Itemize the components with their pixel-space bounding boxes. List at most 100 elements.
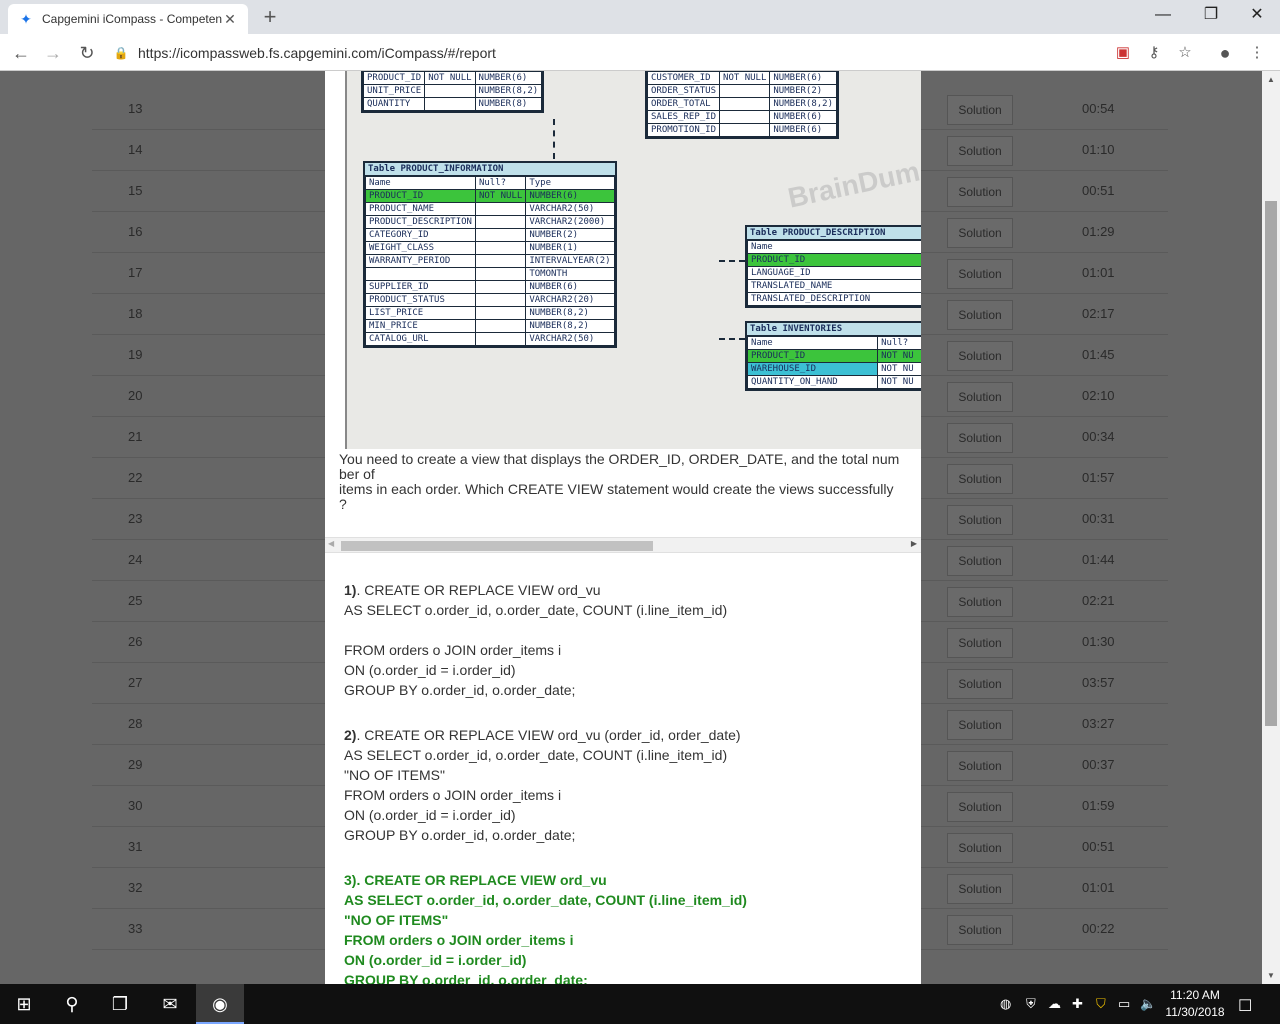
new-tab-button[interactable]: + <box>258 6 282 30</box>
horizontal-scrollbar[interactable]: ◀ ▶ <box>325 537 921 553</box>
solution-button[interactable]: Solution <box>947 218 1013 248</box>
forward-button[interactable]: → <box>40 40 66 66</box>
solution-button[interactable]: Solution <box>947 300 1013 330</box>
time-taken: 00:51 <box>1082 183 1115 198</box>
schema-row: Name <box>747 240 921 254</box>
defender-icon[interactable]: ✚ <box>1072 996 1083 1012</box>
scroll-left-arrow-icon[interactable]: ◀ <box>328 539 334 548</box>
windows-start-icon[interactable]: ⊞ <box>0 984 48 1024</box>
task-view-icon[interactable]: ❐ <box>96 984 144 1024</box>
solution-button[interactable]: Solution <box>947 464 1013 494</box>
restore-button[interactable]: ❐ <box>1188 0 1234 30</box>
schema-cell: VARCHAR2(50) <box>525 332 615 346</box>
reload-button[interactable]: ↻ <box>74 40 100 66</box>
vertical-scrollbar[interactable]: ▲ ▼ <box>1262 71 1280 984</box>
solution-button[interactable]: Solution <box>947 423 1013 453</box>
code-line: FROM orders o JOIN order_items i <box>344 787 562 803</box>
question-number: 29 <box>128 757 143 772</box>
address-bar[interactable]: 🔒 https://icompassweb.fs.capgemini.com/i… <box>112 39 1212 67</box>
solution-button[interactable]: Solution <box>947 546 1013 576</box>
schema-cell <box>474 306 527 320</box>
schema-row: SUPPLIER_ID NUMBER(6) <box>365 280 615 294</box>
solution-button[interactable]: Solution <box>947 792 1013 822</box>
code-line: FROM orders o JOIN order_items i <box>344 932 574 948</box>
scrollbar-thumb[interactable] <box>341 541 653 551</box>
notifications-icon[interactable]: ☐ <box>1238 996 1252 1016</box>
solution-button[interactable]: Solution <box>947 505 1013 535</box>
shield-icon[interactable]: ⛨ <box>1026 996 1036 1012</box>
solution-button[interactable]: Solution <box>947 587 1013 617</box>
menu-icon[interactable]: ⋮ <box>1246 42 1268 64</box>
schema-cell: NUMBER(6) <box>769 123 837 137</box>
minimize-button[interactable]: — <box>1140 0 1186 30</box>
schema-row: Name Null? <box>746 336 921 350</box>
solution-button[interactable]: Solution <box>947 382 1013 412</box>
windows-taskbar: ⊞ ⚲ ❐ ✉ ◉ ◍ ⛨ ☁ ✚ ⛉ ▭ 🔈 11:20 AM 11/30/2… <box>0 984 1280 1024</box>
clock-time: 11:20 AM <box>1170 988 1220 1002</box>
display-icon[interactable]: ▭ <box>1118 996 1130 1012</box>
schema-cell: VARCHAR2(20) <box>525 293 615 307</box>
schema-header-cell: Null? <box>474 176 527 190</box>
question-line: ber of <box>339 466 375 482</box>
schema-cell: PRODUCT_ID <box>747 253 921 267</box>
solution-button[interactable]: Solution <box>947 628 1013 658</box>
scroll-right-arrow-icon[interactable]: ▶ <box>911 539 917 548</box>
close-window-button[interactable]: ✕ <box>1234 0 1280 30</box>
solution-button[interactable]: Solution <box>947 177 1013 207</box>
bookmark-star-icon[interactable]: ☆ <box>1174 42 1196 64</box>
question-number: 21 <box>128 429 143 444</box>
question-number: 17 <box>128 265 143 280</box>
browser-tab[interactable]: ✦ Capgemini iCompass - Competen ✕ <box>8 4 248 34</box>
solution-button[interactable]: Solution <box>947 136 1013 166</box>
question-line: ? <box>339 496 347 512</box>
schema-cell: QUANTITY <box>362 97 426 111</box>
solution-button[interactable]: Solution <box>947 915 1013 945</box>
solution-button[interactable]: Solution <box>947 341 1013 371</box>
schema-header-cell: Name <box>365 176 476 190</box>
close-tab-icon[interactable]: ✕ <box>222 11 238 28</box>
back-button[interactable]: ← <box>8 40 34 66</box>
schema-row: CATALOG_URL VARCHAR2(50) <box>365 332 615 346</box>
schema-cell <box>474 228 527 242</box>
mail-icon[interactable]: ✉ <box>146 984 194 1024</box>
time-taken: 01:01 <box>1082 880 1115 895</box>
code-line: GROUP BY o.order_id, o.order_date; <box>344 827 576 843</box>
solution-button[interactable]: Solution <box>947 874 1013 904</box>
schema-cell: NOT NULL <box>474 189 527 203</box>
schema-cell: PRODUCT_ID <box>365 189 476 203</box>
search-icon[interactable]: ⚲ <box>48 984 96 1024</box>
product-information-table: Table PRODUCT_INFORMATION Name Null? Type P… <box>363 161 617 348</box>
solution-button[interactable]: Solution <box>947 833 1013 863</box>
schema-cell: NUMBER(2) <box>525 228 615 242</box>
blocked-popup-icon[interactable]: ▣ <box>1112 42 1134 64</box>
connector-line <box>719 260 745 262</box>
solution-button[interactable]: Solution <box>947 669 1013 699</box>
time-taken: 03:57 <box>1082 675 1115 690</box>
solution-button[interactable]: Solution <box>947 95 1013 125</box>
profile-icon[interactable]: ● <box>1214 42 1236 64</box>
option-number: 1) <box>344 582 357 598</box>
schema-row: SALES_REP_ID NUMBER(6) <box>646 110 837 124</box>
scroll-up-arrow-icon[interactable]: ▲ <box>1267 75 1275 84</box>
question-number: 16 <box>128 224 143 239</box>
chrome-icon[interactable]: ◉ <box>196 984 244 1024</box>
schema-cell: PRODUCT_STATUS <box>365 293 476 307</box>
scrollbar-thumb[interactable] <box>1265 201 1277 726</box>
solution-button[interactable]: Solution <box>947 259 1013 289</box>
schema-cell: NUMBER(2) <box>769 84 837 98</box>
tab-bar: ✦ Capgemini iCompass - Competen ✕ + — ❐ … <box>0 0 1280 34</box>
key-icon[interactable]: ⚷ <box>1143 42 1165 64</box>
solution-button[interactable]: Solution <box>947 751 1013 781</box>
cloud-icon[interactable]: ☁ <box>1048 996 1061 1012</box>
inventories-table: Table INVENTORIES Name Null? PRODUCT_ID NOT… <box>745 321 921 391</box>
schema-cell: NUMBER(8,2) <box>769 97 837 111</box>
code-line: FROM orders o JOIN order_items i <box>344 642 562 658</box>
schema-cell: PROMOTION_ID <box>646 123 721 137</box>
schema-cell: NOT NU <box>877 349 921 363</box>
code-text: . CREATE OR REPLACE VIEW ord_vu <box>356 582 601 598</box>
security-icon[interactable]: ⛉ <box>1096 996 1106 1012</box>
system-clock[interactable]: 11:20 AM 11/30/2018 <box>1152 987 1238 1021</box>
scroll-down-arrow-icon[interactable]: ▼ <box>1267 971 1275 980</box>
solution-button[interactable]: Solution <box>947 710 1013 740</box>
network-status-icon[interactable]: ◍ <box>1000 996 1011 1012</box>
